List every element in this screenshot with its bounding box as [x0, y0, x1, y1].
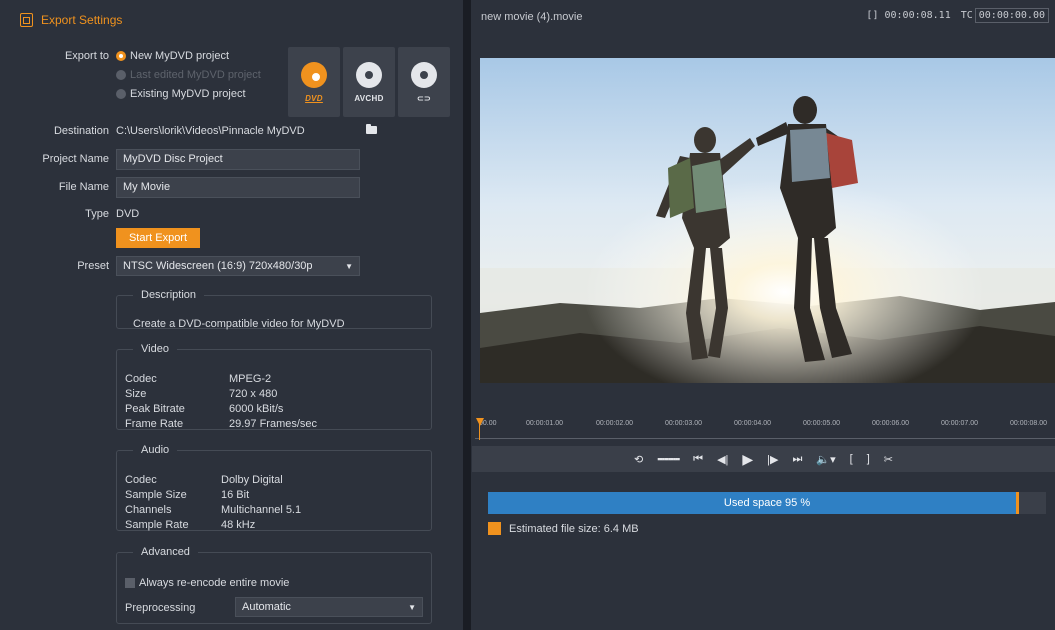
radio-new-project[interactable]: New MyDVD project [116, 50, 229, 62]
timeline-ruler[interactable]: 00.00 00:00:01.00 00:00:02.00 00:00:03.0… [475, 418, 1055, 446]
preset-select[interactable]: NTSC Widescreen (16:9) 720x480/30p ▼ [116, 256, 360, 276]
estimated-size-text: Estimated file size: 6.4 MB [509, 522, 639, 535]
mark-out-icon[interactable]: ] [867, 453, 870, 465]
radio-last-edited-project: Last edited MyDVD project [116, 69, 261, 81]
panel-header: Export Settings [20, 13, 122, 27]
reencode-checkbox-row[interactable]: Always re-encode entire movie [125, 577, 289, 589]
file-name-label: File Name [58, 181, 109, 193]
duration-display: [] 00:00:08.11 [866, 10, 951, 21]
timeline-label: 00:00:01.00 [526, 420, 563, 427]
video-frame-image [480, 58, 1055, 383]
preview-panel: new movie (4).movie [] 00:00:08.11 TC 00… [471, 0, 1055, 630]
transport-controls: ⟲ ▪▪▪▪▪▪▪▪▪▪ ⏮ ◀︎| ▶ |▶︎ ⏭ 🔈▾ [ ] ✂ [472, 446, 1055, 472]
video-bitrate-row: Peak Bitrate 6000 kBit/s [125, 403, 284, 415]
audio-sample-rate-row: Sample Rate 48 kHz [125, 519, 256, 531]
timeline-track [475, 438, 1055, 439]
estimated-size-row: Estimated file size: 6.4 MB [488, 522, 639, 535]
reencode-checkbox[interactable] [125, 578, 135, 588]
shuttle-icon[interactable]: ▪▪▪▪▪▪▪▪▪▪ [657, 454, 680, 464]
radio-icon [116, 70, 126, 80]
radio-existing-project[interactable]: Existing MyDVD project [116, 88, 246, 100]
loop-icon[interactable]: ⟲ [634, 453, 643, 466]
audio-legend: Audio [141, 444, 170, 456]
step-forward-icon[interactable]: |▶︎ [767, 453, 778, 466]
description-text: Create a DVD-compatible video for MyDVD [133, 318, 345, 330]
audio-sample-size-row: Sample Size 16 Bit [125, 489, 250, 501]
tc-label: TC [960, 10, 973, 21]
export-settings-panel: Export Settings Export to New MyDVD proj… [0, 0, 463, 630]
audio-group: Audio Codec Dolby Digital Sample Size 16 B… [116, 444, 432, 531]
timeline-label: 00:00:07.00 [941, 420, 978, 427]
timeline-label: 00:00:02.00 [596, 420, 633, 427]
destination-label: Destination [53, 125, 109, 137]
movie-file-title: new movie (4).movie [481, 11, 583, 23]
disc-icon [356, 61, 382, 88]
type-label: Type [85, 208, 109, 220]
audio-channels-row: Channels Multichannel 5.1 [125, 504, 302, 516]
chevron-down-icon: ▼ [408, 602, 416, 612]
export-to-label: Export to [64, 50, 109, 62]
video-legend: Video [141, 343, 169, 355]
start-export-button[interactable]: Start Export [116, 228, 200, 248]
panel-title: Export Settings [41, 13, 123, 27]
timecode-area: [] 00:00:08.11 TC 00:00:00.00 [866, 8, 1049, 23]
radio-icon [116, 89, 126, 99]
file-name-field[interactable]: My Movie [116, 177, 360, 198]
format-bluray-button[interactable]: ⊂⊃ [398, 47, 450, 117]
description-legend: Description [141, 289, 197, 301]
disc-usage-text: Used space 95 % [723, 497, 811, 509]
video-framerate-row: Frame Rate 29.97 Frames/sec [125, 418, 318, 430]
timeline-label: 00:00:04.00 [734, 420, 771, 427]
disc-icon [411, 61, 437, 88]
preset-label: Preset [77, 260, 109, 272]
description-group: Description Create a DVD-compatible vide… [116, 289, 432, 330]
video-group: Video Codec MPEG-2 Size 720 x 480 Peak Bit… [116, 343, 432, 430]
play-icon[interactable]: ▶ [742, 451, 753, 468]
timeline-label: 00:00:08.00 [1010, 420, 1047, 427]
timeline-label: 00:00:03.00 [665, 420, 702, 427]
advanced-group: Advanced Always re-encode entire movie P… [116, 546, 432, 624]
go-to-start-icon[interactable]: ⏮ [693, 453, 703, 466]
volume-icon[interactable]: 🔈▾ [816, 453, 835, 466]
destination-path: C:\Users\lorik\Videos\Pinnacle MyDVD [116, 125, 305, 137]
playhead-icon[interactable] [476, 418, 484, 426]
type-value: DVD [116, 208, 140, 220]
disc-icon [301, 61, 327, 88]
go-to-end-icon[interactable]: ⏭ [793, 453, 803, 466]
disc-usage-bar: Used space 95 % [488, 492, 1046, 514]
radio-checked-icon [116, 51, 126, 61]
format-avchd-button[interactable]: AVCHD [343, 47, 395, 117]
preprocessing-label: Preprocessing [125, 602, 196, 614]
timecode-field[interactable]: 00:00:00.00 [974, 8, 1049, 23]
timeline-label: 00:00:06.00 [872, 420, 909, 427]
project-name-label: Project Name [42, 153, 109, 165]
timeline-label: 00:00:05.00 [803, 420, 840, 427]
mark-in-icon[interactable]: [ [850, 453, 853, 465]
format-dvd-button[interactable]: DVD [288, 47, 340, 117]
advanced-legend: Advanced [141, 546, 190, 558]
video-preview[interactable] [480, 58, 1055, 383]
estimate-swatch [488, 522, 501, 535]
chevron-down-icon: ▼ [345, 261, 353, 271]
folder-icon[interactable] [366, 124, 377, 134]
audio-codec-row: Codec Dolby Digital [125, 474, 283, 486]
step-back-icon[interactable]: ◀︎| [717, 453, 728, 466]
video-size-row: Size 720 x 480 [125, 388, 278, 400]
split-icon[interactable]: ✂ [884, 453, 893, 466]
project-name-field[interactable]: MyDVD Disc Project [116, 149, 360, 170]
export-icon [20, 13, 33, 27]
bluray-logo-icon: ⊂⊃ [416, 93, 431, 103]
preprocessing-select[interactable]: Automatic ▼ [235, 597, 423, 617]
panel-divider[interactable] [463, 0, 471, 630]
video-codec-row: Codec MPEG-2 [125, 373, 272, 385]
